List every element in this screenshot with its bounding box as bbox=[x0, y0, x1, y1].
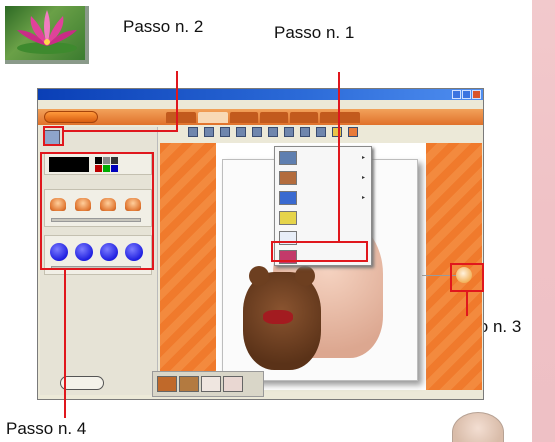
leader-step-1 bbox=[338, 72, 340, 242]
app-menu-bar bbox=[38, 100, 483, 109]
leader-step-3 bbox=[466, 292, 468, 316]
caption-step-2: Passo n. 2 bbox=[123, 17, 204, 36]
photo-red-bow bbox=[263, 310, 293, 324]
submenu-arrow-icon: ▸ bbox=[361, 154, 365, 161]
submenu-arrow-icon: ▸ bbox=[361, 194, 365, 201]
menu-item-icon bbox=[279, 151, 297, 165]
orange-border-left bbox=[160, 143, 216, 390]
toolbar-redo-icon[interactable] bbox=[284, 127, 294, 137]
dropdown-item[interactable]: ▸ bbox=[277, 169, 369, 187]
app-toolbar bbox=[188, 127, 358, 141]
toolbar-zoom-out-icon[interactable] bbox=[252, 127, 262, 137]
app-title-bar bbox=[38, 89, 483, 100]
app-tab[interactable] bbox=[290, 112, 318, 123]
caption-step-4: Passo n. 4 bbox=[6, 419, 87, 438]
dropdown-item[interactable]: ▸ bbox=[277, 189, 369, 207]
toolbar-effects-icon[interactable] bbox=[348, 127, 358, 137]
app-tab[interactable] bbox=[260, 112, 288, 123]
app-tab[interactable] bbox=[166, 112, 196, 123]
toolbar-zoom-in-icon[interactable] bbox=[236, 127, 246, 137]
bear-ear bbox=[295, 266, 315, 286]
leader-step-2-vertical bbox=[176, 71, 178, 130]
lotus-flower-icon bbox=[5, 6, 89, 64]
close-icon[interactable] bbox=[472, 90, 481, 99]
toolbar-print-icon[interactable] bbox=[204, 127, 214, 137]
person-photo-partial bbox=[452, 412, 504, 442]
minimize-icon[interactable] bbox=[452, 90, 461, 99]
app-tabs bbox=[166, 112, 360, 123]
app-main-button[interactable] bbox=[44, 111, 98, 123]
dropdown-item[interactable] bbox=[277, 209, 369, 227]
menu-item-icon bbox=[279, 171, 297, 185]
toolbar-rotate-icon[interactable] bbox=[300, 127, 310, 137]
toolbar-undo-icon[interactable] bbox=[268, 127, 278, 137]
highlight-step-2 bbox=[43, 126, 64, 146]
lotus-flower-graphic bbox=[17, 10, 77, 54]
caption-step-1: Passo n. 1 bbox=[274, 23, 355, 42]
toolbar-save-icon[interactable] bbox=[188, 127, 198, 137]
dropdown-item[interactable]: ▸ bbox=[277, 149, 369, 167]
highlight-step-1 bbox=[271, 241, 368, 262]
menu-item-icon bbox=[279, 191, 297, 205]
window-controls bbox=[452, 90, 481, 99]
app-top-bar bbox=[38, 109, 483, 125]
app-tab[interactable] bbox=[320, 112, 360, 123]
thumbnail[interactable] bbox=[201, 376, 221, 392]
leader-step-4 bbox=[64, 270, 66, 418]
app-tab[interactable] bbox=[230, 112, 258, 123]
maximize-icon[interactable] bbox=[462, 90, 471, 99]
highlight-step-4 bbox=[40, 152, 154, 270]
thumbnail[interactable] bbox=[157, 376, 177, 392]
thumbnail-strip bbox=[152, 371, 264, 397]
thumbnail[interactable] bbox=[179, 376, 199, 392]
app-tab-active[interactable] bbox=[198, 112, 228, 123]
leader-step-2-horizontal bbox=[64, 130, 178, 132]
side-decoration-strip bbox=[532, 0, 555, 442]
menu-item-icon bbox=[279, 211, 297, 225]
toolbar-flip-icon[interactable] bbox=[316, 127, 326, 137]
toolbar-folder-icon[interactable] bbox=[332, 127, 342, 137]
highlight-step-3 bbox=[450, 263, 484, 292]
thumbnail[interactable] bbox=[223, 376, 243, 392]
toolbar-crop-icon[interactable] bbox=[220, 127, 230, 137]
bear-ear bbox=[249, 266, 269, 286]
submenu-arrow-icon: ▸ bbox=[361, 174, 365, 181]
panel-apply-button[interactable] bbox=[60, 376, 104, 390]
